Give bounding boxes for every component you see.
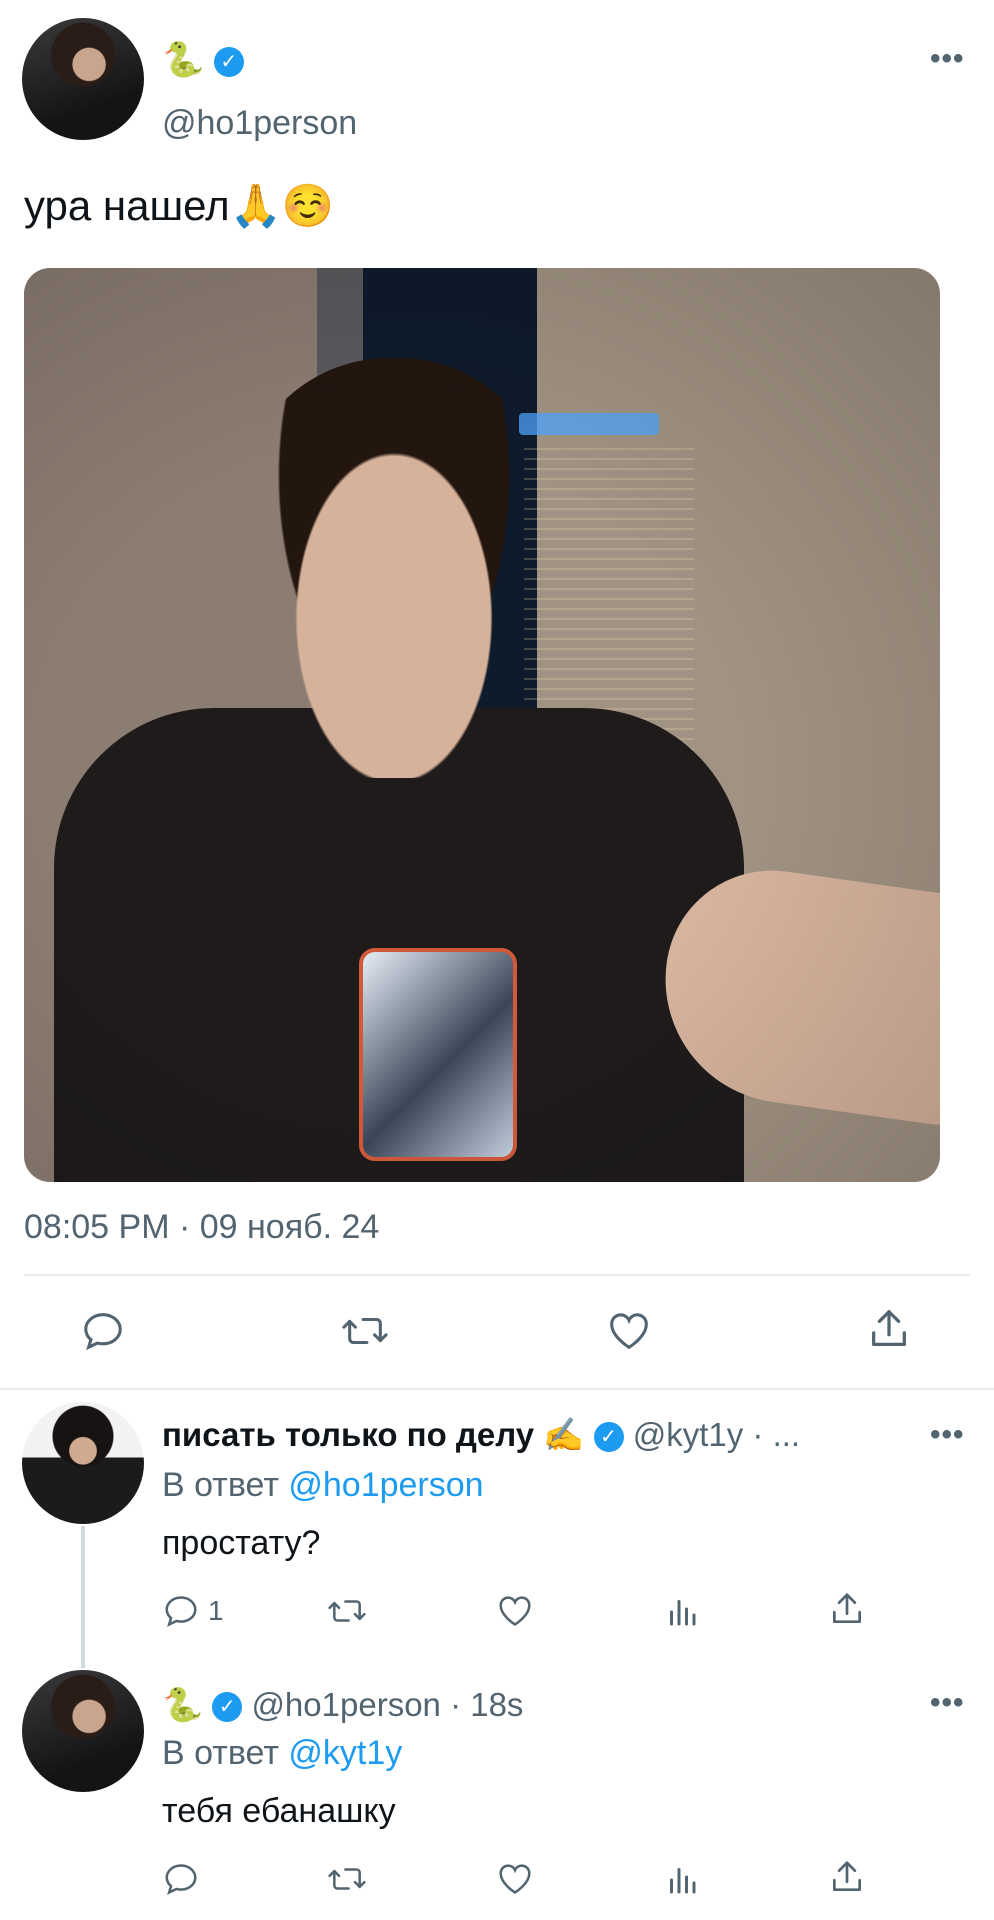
photo-vignette — [24, 268, 940, 1182]
tweet-photo[interactable] — [24, 268, 940, 1182]
reply2-replying-to: В ответ @kyt1y — [162, 1734, 402, 1773]
like-icon[interactable] — [496, 1592, 534, 1630]
reply1-replying-to: В ответ @ho1person — [162, 1466, 484, 1505]
author-name[interactable]: 🐍 ✓ — [162, 40, 244, 80]
like-icon[interactable] — [606, 1308, 652, 1354]
divider — [0, 1388, 994, 1390]
reply-icon[interactable]: 1 — [162, 1592, 224, 1630]
thread-line — [81, 1526, 85, 1668]
retweet-icon[interactable] — [326, 1592, 368, 1630]
reply1-header: писать только по делу ✍️ ✓ @kyt1y · ... — [162, 1416, 800, 1455]
share-icon[interactable] — [866, 1306, 912, 1352]
reply-icon[interactable] — [80, 1308, 126, 1354]
reply2-header: 🐍 ✓ @ho1person · 18s — [162, 1686, 523, 1725]
verified-badge-icon: ✓ — [213, 47, 244, 78]
replying-to-label: В ответ — [162, 1734, 279, 1772]
reply-count: 1 — [208, 1595, 224, 1626]
more-options-icon[interactable]: ••• — [930, 1418, 965, 1452]
more-options-icon[interactable]: ••• — [930, 1686, 965, 1720]
reply1-text: простату? — [162, 1524, 321, 1562]
replying-to-label: В ответ — [162, 1466, 279, 1504]
author-avatar[interactable] — [22, 18, 144, 140]
reply1-handle-time[interactable]: @kyt1y · ... — [633, 1416, 800, 1453]
verified-badge-icon: ✓ — [212, 1692, 243, 1723]
verified-badge-icon: ✓ — [593, 1422, 624, 1453]
reply-icon[interactable] — [162, 1860, 200, 1898]
views-icon[interactable] — [664, 1862, 700, 1898]
reply2-handle-time[interactable]: @ho1person · 18s — [251, 1686, 523, 1723]
reply1-avatar[interactable] — [22, 1402, 144, 1524]
author-name-emoji: 🐍 — [162, 41, 205, 79]
share-icon[interactable] — [828, 1858, 866, 1896]
divider — [24, 1274, 970, 1276]
retweet-icon[interactable] — [326, 1860, 368, 1898]
like-icon[interactable] — [496, 1860, 534, 1898]
tweet-timestamp[interactable]: 08:05 PM · 09 нояб. 24 — [24, 1208, 379, 1247]
more-options-icon[interactable]: ••• — [930, 42, 965, 76]
replying-to-handle[interactable]: @ho1person — [288, 1466, 483, 1504]
reply2-name-emoji[interactable]: 🐍 — [162, 1686, 203, 1723]
retweet-icon[interactable] — [340, 1308, 390, 1354]
replying-to-handle[interactable]: @kyt1y — [288, 1734, 402, 1772]
author-handle[interactable]: @ho1person — [162, 104, 357, 143]
reply2-avatar[interactable] — [22, 1670, 144, 1792]
tweet-text: ура нашел🙏☺️ — [24, 182, 335, 229]
reply1-name[interactable]: писать только по делу ✍️ — [162, 1416, 584, 1453]
share-icon[interactable] — [828, 1590, 866, 1628]
reply2-text: тебя ебанашку — [162, 1792, 396, 1830]
views-icon[interactable] — [664, 1594, 700, 1630]
